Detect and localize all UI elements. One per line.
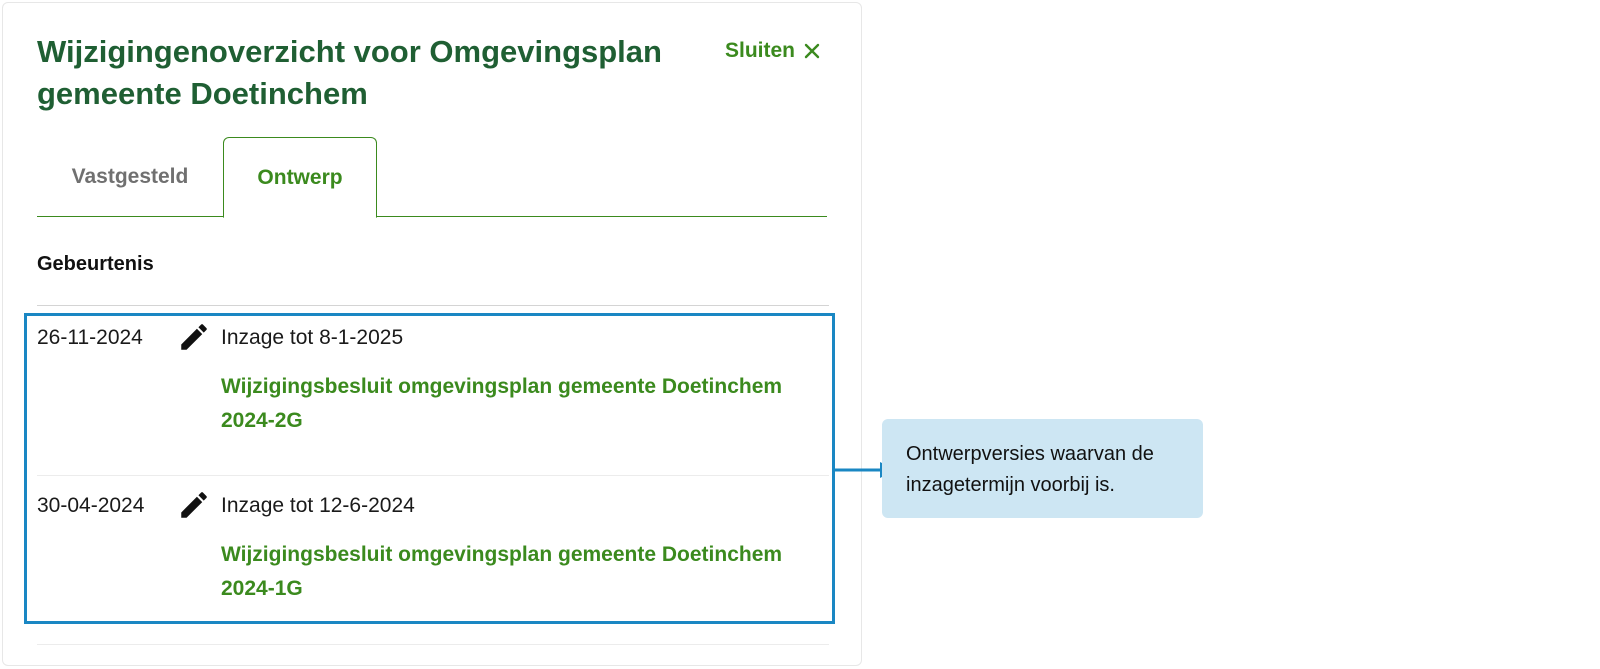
panel-title: Wijzigingenoverzicht voor Omgevingsplan … <box>37 34 662 111</box>
column-header-gebeurtenis: Gebeurtenis <box>37 253 154 275</box>
close-icon <box>804 43 820 59</box>
annotation-callout: Ontwerpversies waarvan de inzagetermijn … <box>882 419 1203 518</box>
row-divider <box>37 644 829 645</box>
close-button[interactable]: Sluiten <box>725 39 821 63</box>
close-label: Sluiten <box>725 39 796 62</box>
tab-ontwerp[interactable]: Ontwerp <box>223 137 377 218</box>
header-divider <box>37 305 829 306</box>
tab-vastgesteld[interactable]: Vastgesteld <box>37 137 223 217</box>
annotation-highlight-box <box>24 313 835 624</box>
tab-bar: Vastgesteld Ontwerp <box>37 137 827 218</box>
